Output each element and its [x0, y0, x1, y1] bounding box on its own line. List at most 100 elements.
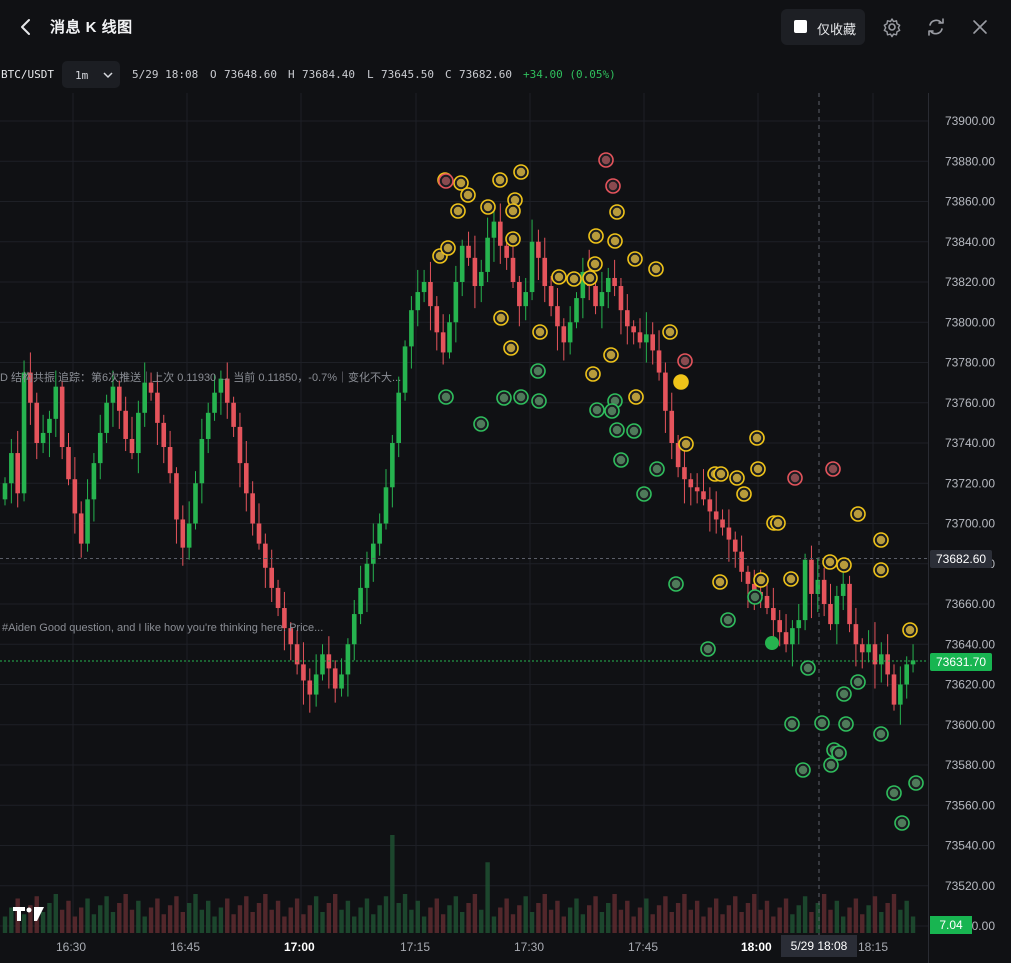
- candle-body: [9, 453, 14, 484]
- candle-body: [618, 286, 624, 311]
- volume-bar: [491, 916, 497, 933]
- volume-bar: [47, 903, 52, 933]
- marker-avatar: [716, 469, 726, 479]
- volume-bar: [821, 894, 827, 933]
- candle-body: [650, 334, 655, 351]
- price-tick-label: 73560.00: [945, 798, 995, 812]
- price-tick-label: 73660.00: [945, 597, 995, 611]
- marker-avatar: [496, 313, 506, 323]
- candle-body: [764, 595, 770, 609]
- volume-bar: [466, 903, 471, 933]
- volume-bar: [510, 914, 516, 933]
- volume-bar: [85, 898, 90, 933]
- timeframe-select[interactable]: 1m: [62, 61, 120, 88]
- volume-value-tag: 7.04: [930, 916, 972, 934]
- candle-body: [256, 523, 262, 544]
- price-tick-label: 73820.00: [945, 275, 995, 289]
- candle-body: [250, 493, 255, 524]
- time-tick: 16:30: [56, 940, 87, 954]
- volume-bar: [53, 894, 58, 933]
- candle-body: [866, 644, 871, 653]
- marker-avatar: [841, 719, 851, 729]
- marker-avatar: [897, 818, 907, 828]
- volume-bar: [377, 905, 382, 933]
- volume-bar: [2, 916, 8, 933]
- tradingview-logo-icon: [12, 903, 46, 925]
- candle-body: [155, 392, 160, 423]
- candle-body: [504, 245, 509, 258]
- candlestick-chart[interactable]: 73900.00 73880.00 73860.00 73840.00 73820.00…: [0, 93, 1011, 963]
- marker-avatar: [786, 574, 796, 584]
- volume-bar: [777, 907, 782, 933]
- candle-body: [472, 257, 478, 287]
- volume-bar: [567, 907, 573, 933]
- marker-avatar: [787, 719, 797, 729]
- volume-bar: [675, 903, 681, 933]
- refresh-icon[interactable]: [924, 14, 948, 40]
- volume-bar: [244, 896, 249, 933]
- favorites-only-toggle[interactable]: 仅收藏: [781, 9, 865, 45]
- candle-body: [783, 632, 789, 645]
- volume-bar: [180, 912, 185, 933]
- chevron-down-icon: [103, 72, 113, 79]
- marker-avatar: [516, 167, 526, 177]
- marker-avatar: [612, 425, 622, 435]
- volume-bar: [663, 896, 668, 933]
- volume-bar: [726, 905, 732, 933]
- candle-body: [231, 402, 236, 427]
- marker-avatar: [680, 356, 690, 366]
- candle-body: [536, 241, 541, 258]
- candle-body: [377, 523, 382, 544]
- candle-body: [117, 386, 122, 411]
- price-tick-label: 73760.00: [945, 396, 995, 410]
- candle-body: [663, 372, 668, 411]
- candle-body: [205, 412, 211, 439]
- marker-avatar: [554, 272, 564, 282]
- checkbox-icon[interactable]: [794, 20, 807, 33]
- volume-bar: [447, 905, 452, 933]
- marker-avatar: [569, 274, 579, 284]
- marker-avatar: [630, 254, 640, 264]
- marker-avatar: [592, 405, 602, 415]
- volume-bar: [72, 916, 78, 933]
- volume-bar: [212, 916, 217, 933]
- gear-icon[interactable]: [880, 14, 904, 40]
- volume-bar: [593, 896, 598, 933]
- candle-body: [371, 543, 376, 564]
- volume-bar: [517, 905, 522, 933]
- candle-body: [2, 483, 8, 500]
- volume-bar: [542, 894, 547, 933]
- volume-bar: [225, 898, 230, 933]
- volume-bar: [841, 916, 846, 933]
- candle-body: [593, 286, 598, 307]
- volume-bar: [860, 914, 865, 933]
- volume-bar: [707, 907, 713, 933]
- marker-avatar: [631, 392, 641, 402]
- candle-body: [821, 579, 827, 604]
- volume-bar: [771, 916, 776, 933]
- candle-body: [421, 282, 427, 293]
- volume-bar: [580, 914, 586, 933]
- price-tick-label: 73620.00: [945, 678, 995, 692]
- candle-body: [129, 438, 135, 454]
- marker-avatar: [453, 206, 463, 216]
- back-arrow-icon[interactable]: [14, 14, 38, 40]
- marker-avatar: [826, 760, 836, 770]
- price-tick-label: 73860.00: [945, 195, 995, 209]
- message-annotation[interactable]: D 结构共振 追踪：第6次推送｜上次 0.11930 → 当前 0.11850，…: [0, 369, 401, 385]
- volume-bar: [599, 912, 605, 933]
- message-annotation[interactable]: #Aiden Good question, and I like how you…: [2, 622, 323, 634]
- candle-body: [358, 587, 363, 615]
- volume-bar: [485, 862, 490, 933]
- candle-body: [777, 620, 782, 633]
- candle-body: [517, 282, 522, 307]
- volume-bar: [618, 909, 624, 933]
- volume-bar: [174, 896, 179, 933]
- marker-avatar: [607, 406, 617, 416]
- candle-body: [707, 499, 713, 512]
- close-icon[interactable]: [968, 14, 992, 40]
- marker-avatar: [803, 663, 813, 673]
- volume-bar: [104, 896, 109, 933]
- price-tick-label: 73540.00: [945, 839, 995, 853]
- marker-avatar: [534, 396, 544, 406]
